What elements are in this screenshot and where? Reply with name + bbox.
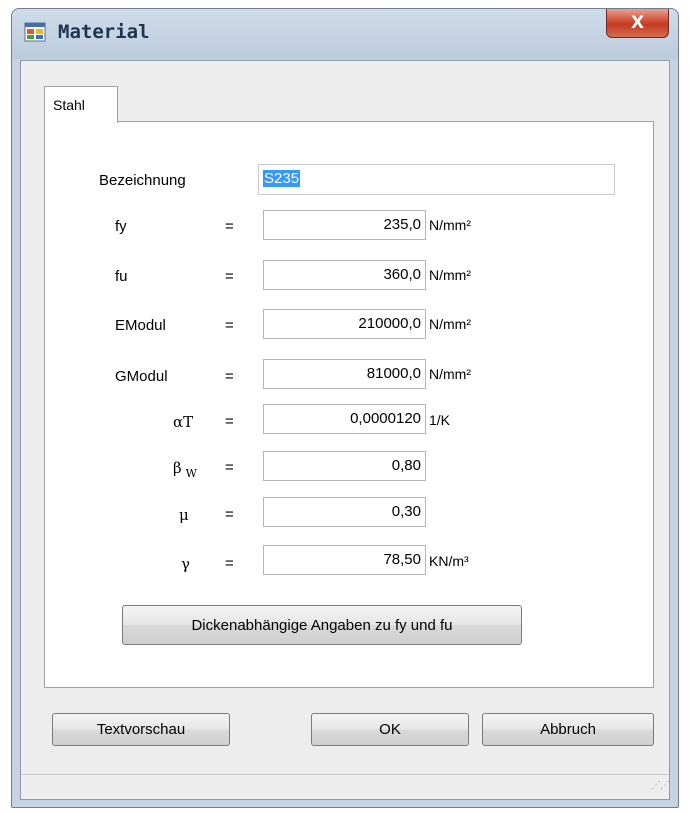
fu-equals: = (225, 268, 234, 285)
beta-w-input[interactable]: 0,80 (263, 451, 426, 481)
close-button[interactable]: X (606, 9, 669, 38)
alpha-t-unit: 1/K (429, 412, 451, 428)
cancel-button[interactable]: Abbruch (482, 713, 654, 746)
status-bar: ⋰⋰ (21, 774, 670, 799)
alpha-t-equals: = (225, 413, 234, 430)
fu-input[interactable]: 360,0 (263, 260, 426, 290)
app-window-icon (24, 22, 46, 42)
mu-equals: = (225, 506, 234, 523)
fy-input[interactable]: 235,0 (263, 210, 426, 240)
gamma-unit: KN/m³ (429, 553, 469, 569)
material-dialog: Material X Stahl Bezeichnung S235 fy = 2… (11, 8, 679, 808)
alpha-t-label: αT (173, 413, 194, 431)
bezeichnung-label: Bezeichnung (99, 172, 186, 189)
beta-w-symbol: β (173, 459, 182, 477)
emodul-equals: = (225, 317, 234, 334)
emodul-label: EModul (115, 317, 166, 334)
fu-label: fu (115, 268, 128, 285)
resize-grip-icon[interactable]: ⋰⋰ (651, 781, 670, 796)
fy-equals: = (225, 218, 234, 235)
alpha-t-input[interactable]: 0,0000120 (263, 404, 426, 434)
emodul-input[interactable]: 210000,0 (263, 309, 426, 339)
beta-w-label: βW (173, 459, 197, 480)
thickness-dependent-button[interactable]: Dickenabhängige Angaben zu fy und fu (122, 605, 522, 645)
fu-unit: N/mm² (429, 267, 471, 283)
gamma-equals: = (225, 555, 234, 572)
mu-input[interactable]: 0,30 (263, 497, 426, 527)
gmodul-unit: N/mm² (429, 366, 471, 382)
preview-button[interactable]: Textvorschau (52, 713, 230, 746)
fy-label: fy (115, 218, 127, 235)
beta-w-subscript: W (185, 467, 197, 480)
dialog-client-area: Stahl Bezeichnung S235 fy = 235,0 N/mm² … (20, 60, 670, 800)
gamma-label: γ (181, 555, 190, 573)
close-icon: X (630, 13, 645, 33)
bezeichnung-value: S235 (263, 170, 301, 187)
gmodul-equals: = (225, 368, 234, 385)
bezeichnung-input[interactable]: S235 (258, 164, 615, 195)
window-title: Material (58, 21, 150, 43)
tab-page-stahl: Bezeichnung S235 fy = 235,0 N/mm² fu = 3… (44, 121, 654, 688)
gamma-input[interactable]: 78,50 (263, 545, 426, 575)
gmodul-label: GModul (115, 368, 168, 385)
fy-unit: N/mm² (429, 217, 471, 233)
beta-w-equals: = (225, 459, 234, 476)
tab-stahl[interactable]: Stahl (44, 86, 118, 123)
mu-label: μ (179, 506, 189, 524)
ok-button[interactable]: OK (311, 713, 469, 746)
emodul-unit: N/mm² (429, 316, 471, 332)
gmodul-input[interactable]: 81000,0 (263, 359, 426, 389)
